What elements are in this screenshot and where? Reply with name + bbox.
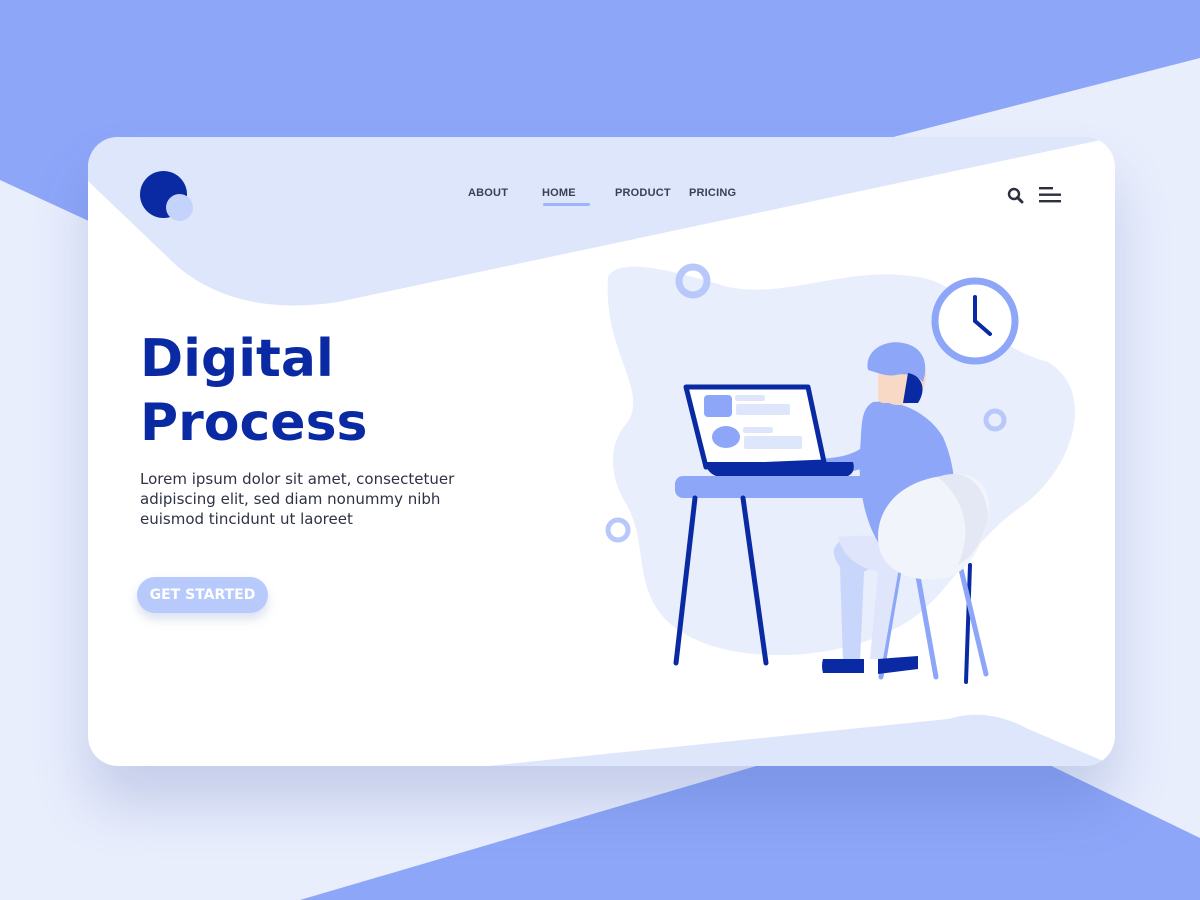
clock-icon xyxy=(931,277,1019,365)
landing-card: ABOUT HOME PRODUCT PRICING Digital Proce… xyxy=(88,137,1115,766)
hero-illustration xyxy=(605,263,1075,684)
ring-icon xyxy=(605,517,631,543)
